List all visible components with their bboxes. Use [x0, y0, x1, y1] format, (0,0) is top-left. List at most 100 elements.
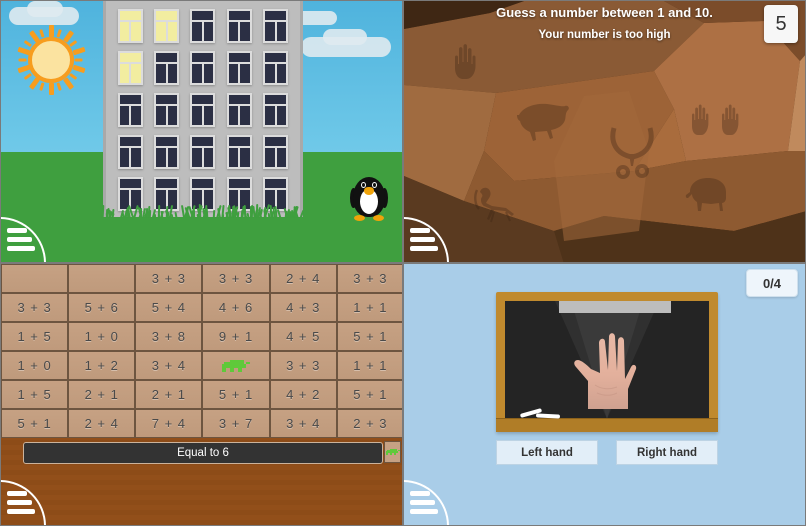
sun-ray	[17, 65, 30, 73]
grid-cell-sum[interactable]: 3 + 7	[202, 409, 269, 438]
sun-ray	[29, 77, 40, 90]
left-or-right-hand-quiz[interactable]: 0/4 Left hand Right hand	[403, 263, 806, 526]
building-window-row	[106, 9, 300, 43]
grid-cell-sum[interactable]: 5 + 1	[1, 409, 68, 438]
sun-ray	[17, 47, 30, 55]
grid-cell-sum[interactable]: 4 + 3	[270, 293, 337, 322]
hamburger-menu-icon[interactable]	[1, 479, 47, 525]
dark-window-icon[interactable]	[263, 51, 288, 85]
dark-window-icon[interactable]	[190, 9, 215, 43]
grid-cell-sum[interactable]: 3 + 8	[135, 322, 202, 351]
cloud-icon	[323, 29, 367, 45]
grid-cell-empty[interactable]	[1, 264, 68, 293]
sun-ray	[56, 82, 61, 91]
grid-cell-sum[interactable]: 2 + 1	[135, 380, 202, 409]
grid-cell-sum[interactable]: 1 + 5	[1, 322, 68, 351]
sun-ray	[39, 29, 44, 38]
grid-cell-sum[interactable]: 4 + 2	[270, 380, 337, 409]
dark-window-icon[interactable]	[227, 135, 252, 169]
dark-window-icon[interactable]	[190, 51, 215, 85]
guess-the-number-game[interactable]: Guess a number between 1 and 10. Your nu…	[403, 0, 806, 263]
grid-cell-sum[interactable]: 1 + 1	[337, 351, 403, 380]
grid-cell-sum[interactable]: 2 + 1	[68, 380, 135, 409]
blackboard-icon	[496, 292, 718, 432]
lit-window-icon[interactable]	[154, 9, 179, 43]
dark-window-icon[interactable]	[263, 135, 288, 169]
grass-blade	[250, 206, 252, 218]
current-guess-badge[interactable]: 5	[764, 5, 798, 43]
grid-cell-sum[interactable]: 5 + 1	[202, 380, 269, 409]
grid-cell-sum[interactable]: 1 + 1	[337, 293, 403, 322]
goal-crocodile-sprite	[384, 441, 401, 463]
grid-cell-sum[interactable]: 2 + 4	[270, 264, 337, 293]
hamburger-menu-icon[interactable]	[404, 479, 450, 525]
penguin-foot-left	[354, 215, 365, 221]
dark-window-icon[interactable]	[190, 135, 215, 169]
grid-cell-sum[interactable]: 3 + 3	[337, 264, 403, 293]
math-sums-grid-game[interactable]: 3 + 33 + 32 + 43 + 33 + 35 + 65 + 44 + 6…	[0, 263, 403, 526]
dark-window-icon[interactable]	[227, 9, 252, 43]
left-hand-button[interactable]: Left hand	[496, 440, 598, 465]
grid-cell-sum[interactable]: 1 + 0	[68, 322, 135, 351]
grid-cell-sum[interactable]: 3 + 4	[270, 409, 337, 438]
grid-cell-sum[interactable]: 5 + 4	[135, 293, 202, 322]
grid-cell-sum[interactable]: 3 + 3	[1, 293, 68, 322]
grid-cell-sum[interactable]: 3 + 3	[202, 264, 269, 293]
grid-cell-sum[interactable]: 5 + 6	[68, 293, 135, 322]
grid-cell-sum[interactable]: 7 + 4	[135, 409, 202, 438]
grid-cell-sum[interactable]: 3 + 4	[135, 351, 202, 380]
goal-crocodile-sprite	[386, 449, 400, 455]
grid-cell-sum[interactable]: 3 + 3	[135, 264, 202, 293]
grid-cell-sum[interactable]: 3 + 3	[270, 351, 337, 380]
grid-cell-empty[interactable]	[202, 351, 269, 380]
menu-bar	[7, 500, 32, 505]
grass-tufts	[101, 204, 305, 218]
grass-blade	[300, 210, 305, 218]
right-hand-button[interactable]: Right hand	[616, 440, 718, 465]
goal-label: Equal to 6	[177, 447, 229, 459]
sums-grid[interactable]: 3 + 33 + 32 + 43 + 33 + 35 + 65 + 44 + 6…	[1, 264, 403, 438]
dark-window-icon[interactable]	[263, 93, 288, 127]
grid-cell-sum[interactable]: 1 + 5	[1, 380, 68, 409]
grid-cell-sum[interactable]: 2 + 4	[68, 409, 135, 438]
grass-blade	[231, 206, 234, 218]
elephant-painting-icon	[682, 176, 734, 212]
apartment-building-icon[interactable]	[103, 1, 303, 217]
grid-cell-sum[interactable]: 1 + 2	[68, 351, 135, 380]
grid-cell-sum[interactable]: 4 + 6	[202, 293, 269, 322]
sun-ray	[73, 65, 86, 73]
grid-cell-empty[interactable]	[68, 264, 135, 293]
hamburger-menu-icon[interactable]	[1, 216, 47, 262]
sun-ray	[63, 77, 74, 90]
penguin-building-scene[interactable]	[0, 0, 403, 263]
bison-painting-icon	[509, 101, 571, 141]
dark-window-icon[interactable]	[263, 9, 288, 43]
penguin-beak	[364, 187, 374, 195]
grid-cell-sum[interactable]: 5 + 1	[337, 380, 403, 409]
dark-window-icon[interactable]	[118, 93, 143, 127]
dark-window-icon[interactable]	[227, 51, 252, 85]
sun-ray	[69, 73, 77, 80]
dark-window-icon[interactable]	[227, 93, 252, 127]
grass-blade	[175, 212, 178, 218]
menu-bar	[7, 246, 35, 251]
grid-cell-sum[interactable]: 5 + 1	[337, 322, 403, 351]
lit-window-icon[interactable]	[118, 9, 143, 43]
penguin-foot-right	[373, 215, 384, 221]
dark-window-icon[interactable]	[190, 93, 215, 127]
grass-blade	[157, 214, 159, 218]
guess-prompt-title: Guess a number between 1 and 10.	[404, 5, 805, 20]
hamburger-menu-icon[interactable]	[404, 216, 450, 262]
penguin-icon[interactable]	[351, 173, 387, 221]
dark-window-icon[interactable]	[154, 135, 179, 169]
dark-window-icon[interactable]	[118, 135, 143, 169]
dark-window-icon[interactable]	[154, 93, 179, 127]
cloud-icon	[27, 1, 63, 17]
grass-blade	[127, 207, 129, 218]
grid-cell-sum[interactable]: 1 + 0	[1, 351, 68, 380]
grid-cell-sum[interactable]: 9 + 1	[202, 322, 269, 351]
grid-cell-sum[interactable]: 4 + 5	[270, 322, 337, 351]
dark-window-icon[interactable]	[154, 51, 179, 85]
grid-cell-sum[interactable]: 2 + 3	[337, 409, 403, 438]
lit-window-icon[interactable]	[118, 51, 143, 85]
